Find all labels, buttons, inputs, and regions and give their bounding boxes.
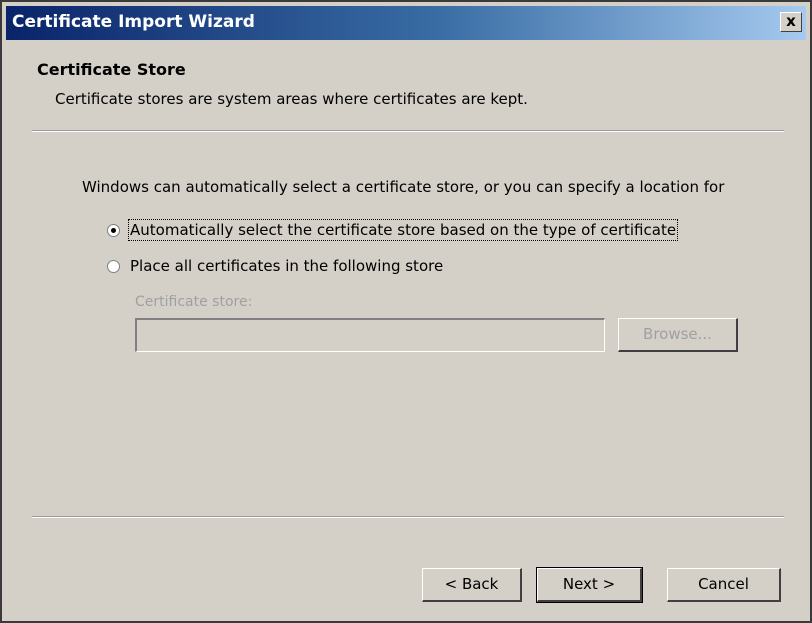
back-button[interactable]: < Back	[422, 568, 522, 602]
window-title: Certificate Import Wizard	[12, 12, 255, 32]
radio-option-manual[interactable]: Place all certificates in the following …	[107, 256, 443, 276]
page-title: Certificate Store	[37, 60, 186, 79]
radio-option-auto[interactable]: Automatically select the certificate sto…	[107, 219, 679, 241]
intro-text: Windows can automatically select a certi…	[82, 178, 725, 196]
close-button[interactable]: x	[780, 12, 802, 32]
radio-button-manual[interactable]	[107, 259, 120, 273]
certificate-import-wizard-window: Certificate Import Wizard x Certificate …	[0, 0, 812, 623]
radio-label-auto[interactable]: Automatically select the certificate sto…	[127, 219, 679, 241]
cancel-button[interactable]: Cancel	[667, 568, 781, 602]
page-description: Certificate stores are system areas wher…	[55, 90, 528, 108]
browse-button[interactable]: Browse...	[618, 318, 738, 352]
header-divider	[32, 130, 784, 132]
next-button[interactable]: Next >	[536, 567, 643, 603]
title-bar[interactable]: Certificate Import Wizard x	[6, 6, 806, 40]
certificate-store-label: Certificate store:	[135, 294, 253, 310]
radio-label-manual[interactable]: Place all certificates in the following …	[130, 257, 443, 275]
footer-divider	[32, 516, 784, 518]
radio-button-auto[interactable]	[107, 223, 120, 237]
certificate-store-input[interactable]	[135, 318, 605, 352]
